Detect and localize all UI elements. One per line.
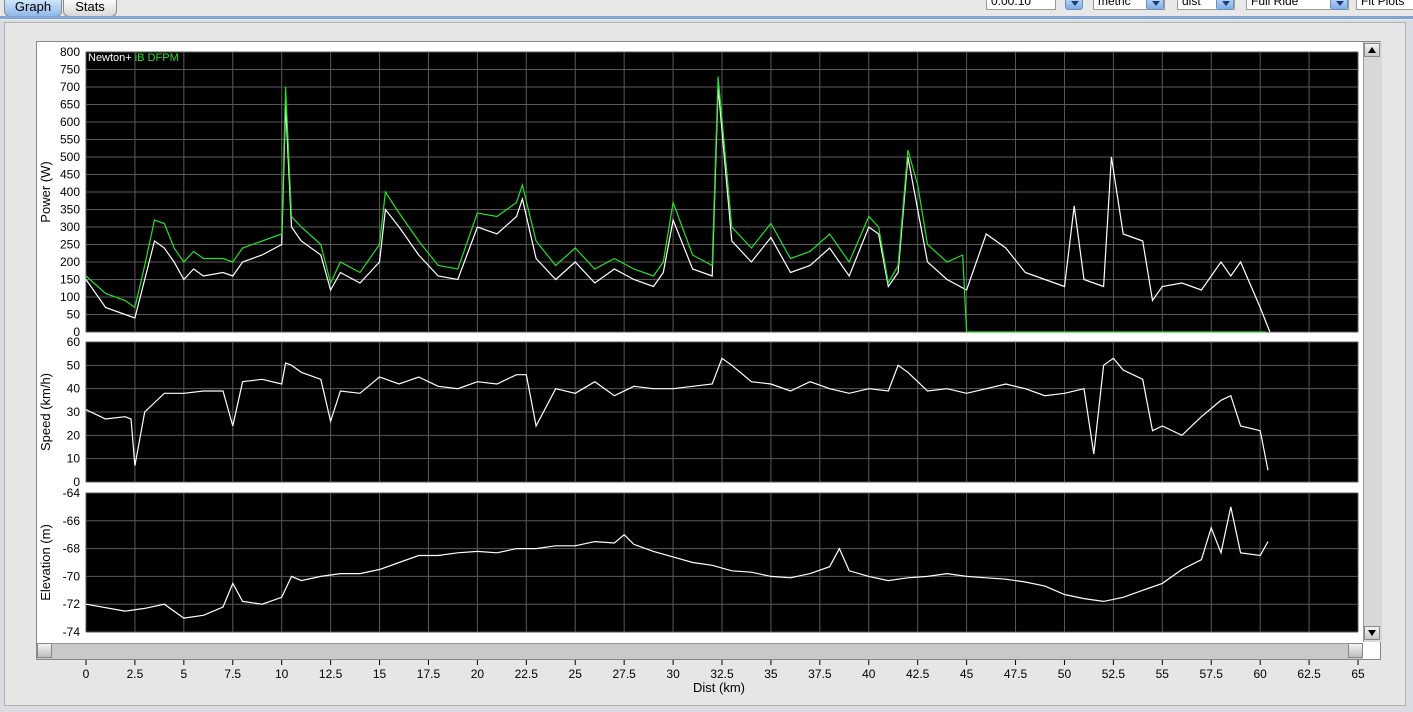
ride-chart: 0501001502002503003504004505005506006507… — [38, 45, 1365, 695]
y-tick-label: 50 — [67, 308, 81, 322]
x-tick-label: 32.5 — [710, 667, 734, 681]
x-tick-label: 25 — [569, 667, 583, 681]
legend-entry: iB DFPM — [135, 52, 179, 64]
legend-entry: Newton+ — [88, 52, 132, 64]
x-tick-label: 47.5 — [1004, 667, 1028, 681]
x-tick-label: 2.5 — [127, 667, 144, 681]
y-tick-label: 300 — [60, 220, 80, 234]
y-tick-label: -66 — [63, 514, 81, 528]
y-tick-label: -68 — [63, 542, 81, 556]
x-tick-label: 7.5 — [224, 667, 241, 681]
chart-panel-3: -74 -72 -70 -68 -66 -64 Elevation (m) — [38, 486, 1359, 639]
x-tick-label: 40 — [862, 667, 876, 681]
x-tick-label: 10 — [275, 667, 289, 681]
x-tick-label: 20 — [471, 667, 485, 681]
x-tick-label: 30 — [666, 667, 680, 681]
y-tick-label: 650 — [60, 98, 80, 112]
y-tick-label: 700 — [60, 80, 80, 94]
x-tick-label: 15 — [373, 667, 387, 681]
y-tick-label: 750 — [60, 63, 80, 77]
y-tick-label: 400 — [60, 185, 80, 199]
y-tick-label: 200 — [60, 255, 80, 269]
y-tick-label: 100 — [60, 290, 80, 304]
y-tick-label: 450 — [60, 168, 80, 182]
x-tick-label: 50 — [1058, 667, 1072, 681]
x-axis-label: Dist (km) — [693, 680, 745, 695]
x-tick-label: 52.5 — [1102, 667, 1126, 681]
x-tick-label: 37.5 — [808, 667, 832, 681]
y-tick-label: -72 — [63, 597, 81, 611]
y-tick-label: 800 — [60, 45, 80, 59]
x-tick-label: 55 — [1156, 667, 1170, 681]
y-axis-label: Elevation (m) — [38, 524, 53, 601]
y-tick-label: -74 — [63, 625, 81, 639]
chart-panel-2: 0102030405060Speed (km/h) — [38, 335, 1359, 489]
x-tick-label: 62.5 — [1297, 667, 1321, 681]
y-axis-label: Power (W) — [38, 161, 53, 222]
y-tick-label: 50 — [67, 358, 81, 372]
y-tick-label: 20 — [67, 428, 81, 442]
x-tick-label: 57.5 — [1200, 667, 1224, 681]
y-tick-label: 150 — [60, 273, 80, 287]
x-tick-label: 5 — [181, 667, 188, 681]
y-tick-label: 500 — [60, 150, 80, 164]
y-tick-label: 550 — [60, 133, 80, 147]
y-tick-label: 600 — [60, 115, 80, 129]
y-tick-label: 10 — [67, 452, 81, 466]
y-axis-label: Speed (km/h) — [38, 373, 53, 451]
x-tick-label: 0 — [83, 667, 90, 681]
x-tick-label: 45 — [960, 667, 974, 681]
x-tick-label: 17.5 — [417, 667, 441, 681]
x-tick-label: 42.5 — [906, 667, 930, 681]
y-tick-label: 250 — [60, 238, 80, 252]
y-tick-label: 40 — [67, 382, 81, 396]
x-tick-label: 35 — [764, 667, 778, 681]
y-tick-label: -70 — [63, 569, 81, 583]
x-tick-label: 12.5 — [319, 667, 343, 681]
y-tick-label: 60 — [67, 335, 81, 349]
x-tick-label: 22.5 — [515, 667, 539, 681]
x-tick-label: 65 — [1351, 667, 1365, 681]
chart-panel-1: 0501001502002503003504004505005506006507… — [38, 45, 1359, 339]
y-tick-label: 30 — [67, 405, 81, 419]
x-tick-label: 27.5 — [612, 667, 636, 681]
y-tick-label: -64 — [63, 486, 81, 500]
x-tick-label: 60 — [1253, 667, 1267, 681]
y-tick-label: 350 — [60, 203, 80, 217]
